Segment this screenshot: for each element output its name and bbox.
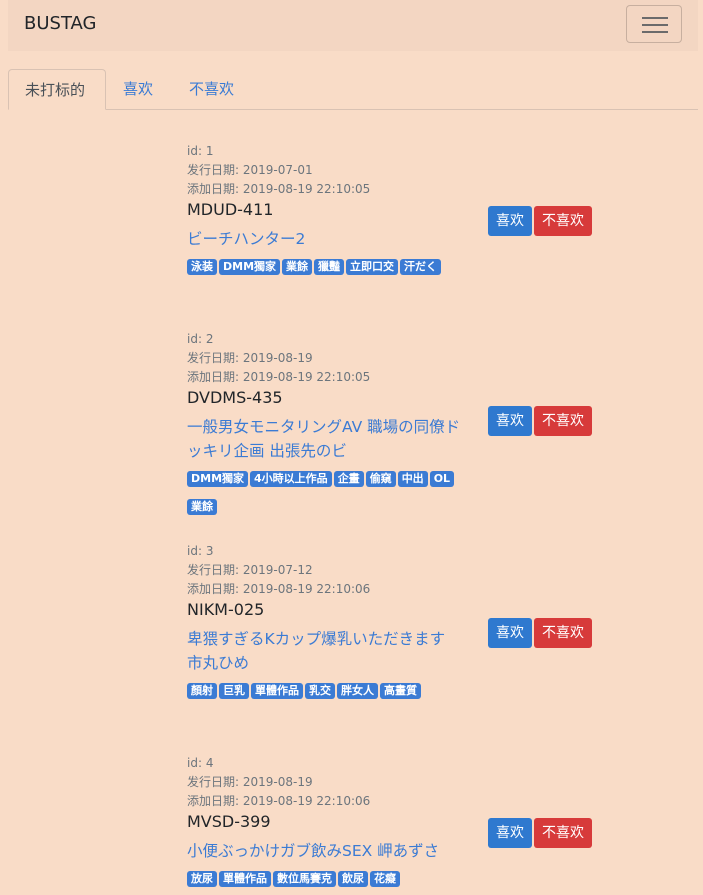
item-id: id: 2 xyxy=(187,332,214,346)
item-id: id: 4 xyxy=(187,756,214,770)
list-item: id: 2 发行日期: 2019-08-19 添加日期: 2019-08-19 … xyxy=(187,330,647,523)
added-date: 添加日期: 2019-08-19 22:10:05 xyxy=(187,370,371,384)
item-title-link[interactable]: 小便ぶっかけガブ飲みSEX 岬あずさ xyxy=(187,839,462,863)
tag-badge[interactable]: DMM獨家 xyxy=(219,259,281,275)
tag-list: 泳装 DMM獨家 業餘 獵豔 立即口交 汗だく xyxy=(187,255,462,283)
menu-toggle-button[interactable] xyxy=(626,5,682,43)
tag-badge[interactable]: 4小時以上作品 xyxy=(250,471,332,487)
item-actions: 喜欢 不喜欢 xyxy=(488,206,592,236)
release-date: 发行日期: 2019-07-12 xyxy=(187,563,313,577)
item-title-link[interactable]: 一般男女モニタリングAV 職場の同僚ドッキリ企画 出張先のビ xyxy=(187,415,462,463)
dislike-button[interactable]: 不喜欢 xyxy=(534,406,592,436)
item-actions: 喜欢 不喜欢 xyxy=(488,618,592,648)
tag-badge[interactable]: 高畫質 xyxy=(380,683,421,699)
tag-badge[interactable]: 中出 xyxy=(397,471,428,487)
tag-list: 放尿 單體作品 數位馬賽克 飲尿 花癡 xyxy=(187,867,462,895)
added-date: 添加日期: 2019-08-19 22:10:06 xyxy=(187,582,371,596)
added-date: 添加日期: 2019-08-19 22:10:06 xyxy=(187,794,371,808)
tag-list: DMM獨家 4小時以上作品 企畫 偷窺 中出 OL 業餘 xyxy=(187,467,462,523)
item-title-link[interactable]: 卑猥すぎるKカップ爆乳いただきます 市丸ひめ xyxy=(187,627,462,675)
tag-badge[interactable]: 放尿 xyxy=(187,871,217,887)
tag-badge[interactable]: 單體作品 xyxy=(219,871,271,887)
tag-badge[interactable]: 偷窺 xyxy=(365,471,396,487)
tag-badge[interactable]: 巨乳 xyxy=(219,683,249,699)
tag-badge[interactable]: 業餘 xyxy=(282,259,313,275)
tag-badge[interactable]: 汗だく xyxy=(400,259,442,275)
list-item: id: 4 发行日期: 2019-08-19 添加日期: 2019-08-19 … xyxy=(187,754,647,895)
navbar: BUSTAG xyxy=(8,0,698,51)
tag-badge[interactable]: 花癡 xyxy=(370,871,400,887)
tag-badge[interactable]: 數位馬賽克 xyxy=(273,871,336,887)
brand-logo[interactable]: BUSTAG xyxy=(24,13,97,34)
tab-bar: 未打标的 喜欢 不喜欢 xyxy=(8,69,698,110)
like-button[interactable]: 喜欢 xyxy=(488,406,532,436)
item-code: NIKM-025 xyxy=(187,600,265,619)
like-button[interactable]: 喜欢 xyxy=(488,818,532,848)
list-item: id: 1 发行日期: 2019-07-01 添加日期: 2019-08-19 … xyxy=(187,142,647,283)
like-button[interactable]: 喜欢 xyxy=(488,618,532,648)
tag-badge[interactable]: 飲尿 xyxy=(338,871,368,887)
item-actions: 喜欢 不喜欢 xyxy=(488,406,592,436)
tag-badge[interactable]: 業餘 xyxy=(187,499,217,515)
tag-badge[interactable]: OL xyxy=(429,471,455,487)
item-actions: 喜欢 不喜欢 xyxy=(488,818,592,848)
item-title-link[interactable]: ビーチハンター2 xyxy=(187,227,462,251)
tab-liked[interactable]: 喜欢 xyxy=(107,69,169,110)
release-date: 发行日期: 2019-07-01 xyxy=(187,163,313,177)
added-date: 添加日期: 2019-08-19 22:10:05 xyxy=(187,182,371,196)
release-date: 发行日期: 2019-08-19 xyxy=(187,775,313,789)
item-code: DVDMS-435 xyxy=(187,388,283,407)
tag-badge[interactable]: 企畫 xyxy=(333,471,364,487)
like-button[interactable]: 喜欢 xyxy=(488,206,532,236)
tag-list: 顏射 巨乳 單體作品 乳交 胖女人 高畫質 xyxy=(187,679,462,707)
tag-badge[interactable]: 單體作品 xyxy=(251,683,303,699)
dislike-button[interactable]: 不喜欢 xyxy=(534,206,592,236)
tag-badge[interactable]: 胖女人 xyxy=(337,683,378,699)
item-id: id: 1 xyxy=(187,144,214,158)
dislike-button[interactable]: 不喜欢 xyxy=(534,818,592,848)
tag-badge[interactable]: DMM獨家 xyxy=(187,471,249,487)
tag-badge[interactable]: 顏射 xyxy=(187,683,217,699)
item-id: id: 3 xyxy=(187,544,214,558)
tag-badge[interactable]: 泳装 xyxy=(187,259,217,275)
tag-badge[interactable]: 乳交 xyxy=(305,683,335,699)
release-date: 发行日期: 2019-08-19 xyxy=(187,351,313,365)
tag-badge[interactable]: 立即口交 xyxy=(346,259,399,275)
tab-disliked[interactable]: 不喜欢 xyxy=(173,69,250,110)
tab-untagged[interactable]: 未打标的 xyxy=(8,69,106,110)
tag-badge[interactable]: 獵豔 xyxy=(314,259,345,275)
list-item: id: 3 发行日期: 2019-07-12 添加日期: 2019-08-19 … xyxy=(187,542,647,707)
dislike-button[interactable]: 不喜欢 xyxy=(534,618,592,648)
